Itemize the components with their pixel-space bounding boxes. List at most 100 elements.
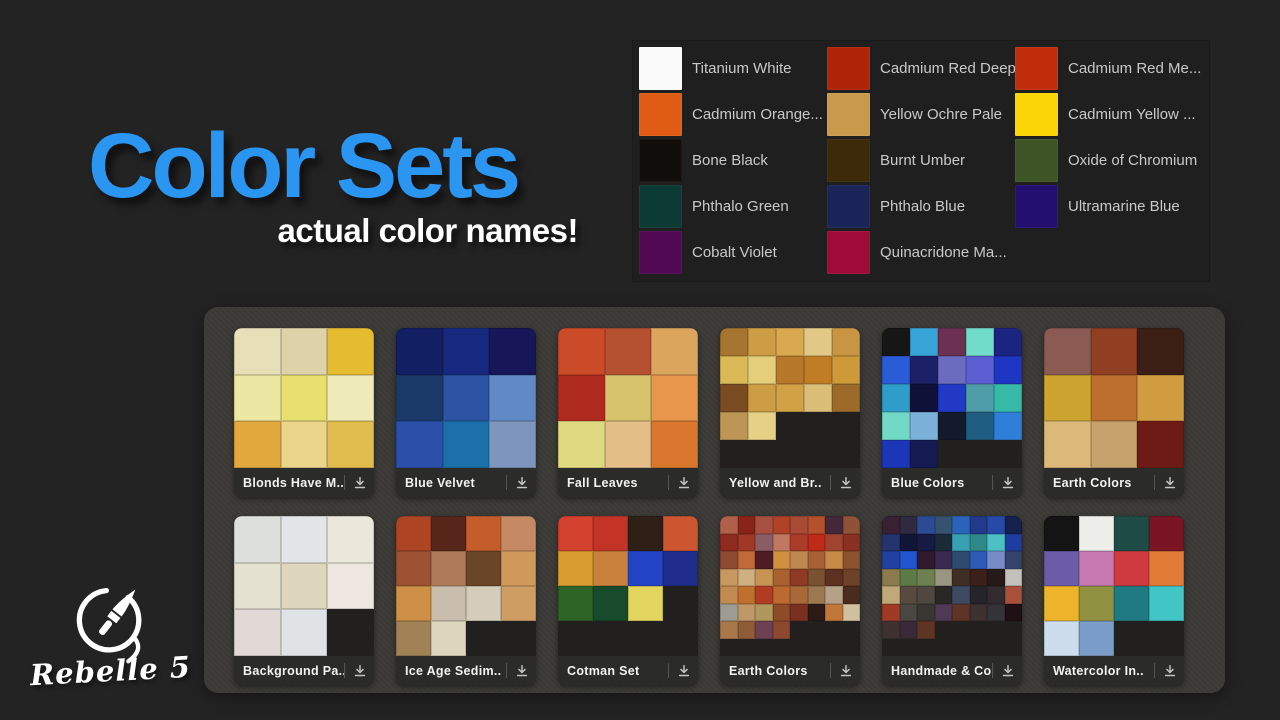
download-button[interactable]: [831, 468, 860, 497]
swatch-cell: [1079, 551, 1114, 586]
color-list-item[interactable]: Oxide of Chromium: [1015, 137, 1203, 183]
swatch-cell: [327, 375, 374, 422]
swatch-cell: [970, 604, 988, 622]
swatch-cell: [917, 621, 935, 639]
swatch-cell: [900, 551, 918, 569]
download-button[interactable]: [993, 656, 1022, 685]
download-button[interactable]: [669, 468, 698, 497]
download-icon: [1163, 664, 1177, 678]
download-button[interactable]: [345, 656, 374, 685]
color-set-card[interactable]: Blue Colors: [882, 328, 1022, 497]
color-list-item[interactable]: Phthalo Blue: [827, 183, 1015, 229]
swatch-cell: [1044, 328, 1091, 375]
swatch-cell: [720, 534, 738, 552]
swatch-grid: [396, 328, 536, 468]
swatch-cell: [281, 421, 328, 468]
color-list-item[interactable]: Quinacridone Ma...: [827, 229, 1015, 275]
swatch-cell: [773, 569, 791, 587]
swatch-cell: [910, 328, 938, 356]
swatch-cell: [1044, 375, 1091, 422]
color-list-item[interactable]: Yellow Ochre Pale: [827, 91, 1015, 137]
download-button[interactable]: [507, 656, 536, 685]
color-name-label: Burnt Umber: [880, 152, 965, 169]
download-button[interactable]: [1155, 656, 1184, 685]
color-name-label: Cadmium Red Me...: [1068, 60, 1201, 77]
swatch-cell: [843, 551, 861, 569]
swatch-cell: [935, 516, 953, 534]
swatch-cell: [935, 551, 953, 569]
color-set-card[interactable]: Background Pa..: [234, 516, 374, 685]
swatch-cell: [900, 586, 918, 604]
download-button[interactable]: [1155, 468, 1184, 497]
swatch-cell: [882, 604, 900, 622]
color-list-item[interactable]: Cadmium Red Me...: [1015, 45, 1203, 91]
swatch-cell: [1091, 375, 1138, 422]
swatch-cell: [748, 356, 776, 384]
color-set-card[interactable]: Watercolor In..: [1044, 516, 1184, 685]
color-set-card[interactable]: Earth Colors: [720, 516, 860, 685]
color-list-item[interactable]: Phthalo Green: [639, 183, 827, 229]
swatch-cell: [501, 516, 536, 551]
swatch-cell: [1044, 516, 1079, 551]
swatch-cell: [966, 412, 994, 440]
card-label-bar: Yellow and Br..: [720, 468, 860, 497]
download-icon: [515, 664, 529, 678]
color-list-item[interactable]: Cobalt Violet: [639, 229, 827, 275]
swatch-cell: [501, 551, 536, 586]
swatch-grid: [720, 328, 860, 468]
color-set-card[interactable]: Blue Velvet: [396, 328, 536, 497]
color-set-card[interactable]: Ice Age Sedim..: [396, 516, 536, 685]
color-swatch: [1015, 139, 1058, 182]
swatch-cell: [489, 421, 536, 468]
swatch-cell: [773, 551, 791, 569]
color-swatch: [639, 93, 682, 136]
color-list-item[interactable]: Cadmium Red Deep: [827, 45, 1015, 91]
swatch-cell: [825, 516, 843, 534]
swatch-cell: [327, 328, 374, 375]
set-name-label: Blonds Have M..: [243, 476, 344, 490]
color-swatch: [1015, 185, 1058, 228]
color-set-card[interactable]: Fall Leaves: [558, 328, 698, 497]
download-button[interactable]: [831, 656, 860, 685]
swatch-cell: [1114, 516, 1149, 551]
swatch-cell: [327, 421, 374, 468]
swatch-cell: [952, 516, 970, 534]
download-button[interactable]: [507, 468, 536, 497]
color-name-label: Cobalt Violet: [692, 244, 777, 261]
color-list-item[interactable]: Bone Black: [639, 137, 827, 183]
swatch-cell: [808, 516, 826, 534]
color-swatch: [827, 185, 870, 228]
swatch-cell: [935, 569, 953, 587]
swatch-cell: [396, 621, 431, 656]
swatch-cell: [443, 421, 490, 468]
swatch-cell: [234, 609, 281, 656]
swatch-grid: [234, 328, 374, 468]
download-button[interactable]: [669, 656, 698, 685]
swatch-cell: [776, 328, 804, 356]
swatch-cell: [790, 551, 808, 569]
color-list-item[interactable]: Burnt Umber: [827, 137, 1015, 183]
swatch-cell: [558, 421, 605, 468]
color-list-item[interactable]: Cadmium Orange...: [639, 91, 827, 137]
color-set-card[interactable]: Blonds Have M..: [234, 328, 374, 497]
color-list-item[interactable]: Titanium White: [639, 45, 827, 91]
card-label-bar: Handmade & Co..: [882, 656, 1022, 685]
swatch-cell: [970, 534, 988, 552]
color-set-card[interactable]: Yellow and Br..: [720, 328, 860, 497]
card-label-bar: Ice Age Sedim..: [396, 656, 536, 685]
color-list-item[interactable]: Cadmium Yellow ...: [1015, 91, 1203, 137]
swatch-cell: [720, 621, 738, 639]
download-button[interactable]: [345, 468, 374, 497]
swatch-cell: [234, 375, 281, 422]
color-set-card[interactable]: Handmade & Co..: [882, 516, 1022, 685]
swatch-cell: [720, 328, 748, 356]
swatch-grid: [720, 516, 860, 656]
color-set-card[interactable]: Cotman Set: [558, 516, 698, 685]
color-list-item[interactable]: Ultramarine Blue: [1015, 183, 1203, 229]
swatch-grid: [396, 516, 536, 656]
swatch-cell: [790, 516, 808, 534]
download-button[interactable]: [993, 468, 1022, 497]
swatch-cell: [234, 421, 281, 468]
color-sets-grid: Blonds Have M.. Blue VelvetFall Leaves Yel…: [204, 307, 1225, 685]
color-set-card[interactable]: Earth Colors: [1044, 328, 1184, 497]
